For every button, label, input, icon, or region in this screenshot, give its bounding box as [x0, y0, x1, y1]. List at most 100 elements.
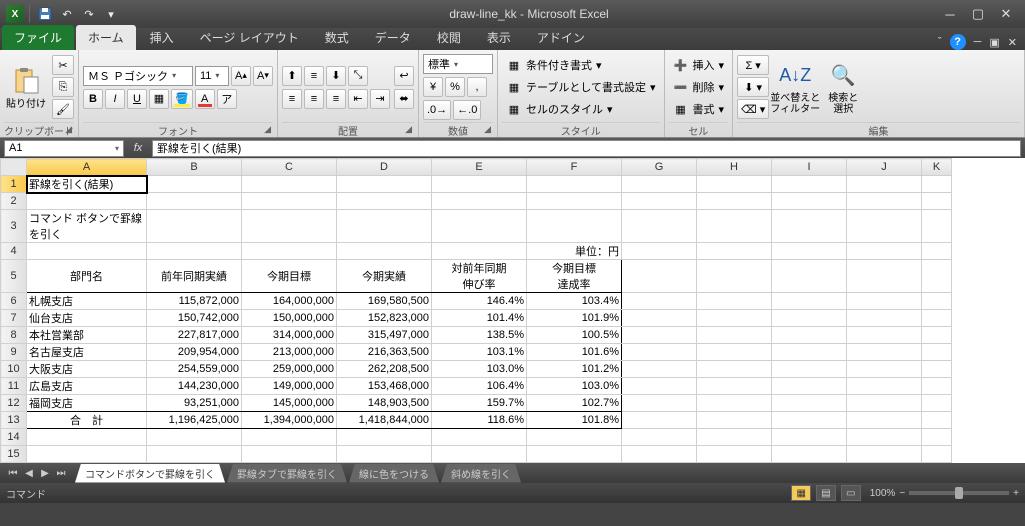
cell-J5[interactable] [847, 260, 922, 293]
close-button[interactable]: ✕ [997, 5, 1015, 23]
cell-E7[interactable]: 101.4% [432, 310, 527, 327]
format-cells-button[interactable]: ▦書式 ▾ [669, 99, 729, 119]
cell-K6[interactable] [922, 293, 952, 310]
cell-C3[interactable] [242, 210, 337, 243]
cell-E4[interactable] [432, 243, 527, 260]
cell-A13[interactable]: 合 計 [27, 412, 147, 429]
cell-G5[interactable] [622, 260, 697, 293]
cell-J14[interactable] [847, 429, 922, 446]
phonetic-button[interactable]: ア [217, 89, 237, 109]
comma-button[interactable]: , [467, 77, 487, 97]
col-header-G[interactable]: G [622, 159, 697, 176]
cell-F7[interactable]: 101.9% [527, 310, 622, 327]
cell-C9[interactable]: 213,000,000 [242, 344, 337, 361]
row-header-15[interactable]: 15 [1, 446, 27, 463]
cell-K12[interactable] [922, 395, 952, 412]
clear-button[interactable]: ⌫ ▾ [737, 99, 769, 119]
decrease-decimal-button[interactable]: ←.0 [453, 100, 481, 120]
cell-C5[interactable]: 今期目標 [242, 260, 337, 293]
cell-I8[interactable] [772, 327, 847, 344]
view-pagebreak-button[interactable]: ▭ [841, 485, 861, 501]
cell-H8[interactable] [697, 327, 772, 344]
cell-B1[interactable] [147, 176, 242, 193]
cell-B11[interactable]: 144,230,000 [147, 378, 242, 395]
cell-J13[interactable] [847, 412, 922, 429]
cell-C15[interactable] [242, 446, 337, 463]
cell-K2[interactable] [922, 193, 952, 210]
cell-J1[interactable] [847, 176, 922, 193]
cell-G12[interactable] [622, 395, 697, 412]
tab-data[interactable]: データ [363, 25, 423, 50]
cell-B13[interactable]: 1,196,425,000 [147, 412, 242, 429]
cell-D9[interactable]: 216,363,500 [337, 344, 432, 361]
col-header-D[interactable]: D [337, 159, 432, 176]
cell-B10[interactable]: 254,559,000 [147, 361, 242, 378]
increase-decimal-button[interactable]: .0→ [423, 100, 451, 120]
cell-F12[interactable]: 102.7% [527, 395, 622, 412]
cell-I13[interactable] [772, 412, 847, 429]
cell-B6[interactable]: 115,872,000 [147, 293, 242, 310]
cell-F6[interactable]: 103.4% [527, 293, 622, 310]
cell-I14[interactable] [772, 429, 847, 446]
font-color-button[interactable]: A [195, 89, 215, 109]
zoom-level[interactable]: 100% [870, 488, 896, 499]
cell-C8[interactable]: 314,000,000 [242, 327, 337, 344]
cell-G15[interactable] [622, 446, 697, 463]
cell-E5[interactable]: 対前年同期伸び率 [432, 260, 527, 293]
cell-F5[interactable]: 今期目標達成率 [527, 260, 622, 293]
cell-D5[interactable]: 今期実績 [337, 260, 432, 293]
fill-button[interactable]: ⬇ ▾ [737, 77, 769, 97]
cell-H9[interactable] [697, 344, 772, 361]
cell-J8[interactable] [847, 327, 922, 344]
italic-button[interactable]: I [105, 89, 125, 109]
cell-G9[interactable] [622, 344, 697, 361]
cell-A14[interactable] [27, 429, 147, 446]
merge-button[interactable]: ⬌ [394, 89, 414, 109]
cell-B7[interactable]: 150,742,000 [147, 310, 242, 327]
cell-F9[interactable]: 101.6% [527, 344, 622, 361]
row-header-8[interactable]: 8 [1, 327, 27, 344]
cell-J7[interactable] [847, 310, 922, 327]
cell-D3[interactable] [337, 210, 432, 243]
cell-B14[interactable] [147, 429, 242, 446]
zoom-out-button[interactable]: − [899, 488, 905, 499]
cell-B15[interactable] [147, 446, 242, 463]
cell-I4[interactable] [772, 243, 847, 260]
font-launcher[interactable]: ◢ [264, 124, 271, 135]
help-icon[interactable]: ? [950, 34, 966, 50]
sheet-tab-2[interactable]: 罫線タブで罫線を引く [227, 464, 347, 483]
cell-E12[interactable]: 159.7% [432, 395, 527, 412]
cell-E8[interactable]: 138.5% [432, 327, 527, 344]
cell-F11[interactable]: 103.0% [527, 378, 622, 395]
cell-F10[interactable]: 101.2% [527, 361, 622, 378]
copy-button[interactable]: ⎘ [52, 77, 74, 97]
cell-J4[interactable] [847, 243, 922, 260]
cell-J6[interactable] [847, 293, 922, 310]
insert-cells-button[interactable]: ➕挿入 ▾ [669, 55, 729, 75]
cell-G4[interactable] [622, 243, 697, 260]
fx-icon[interactable]: fx [126, 142, 150, 154]
col-header-F[interactable]: F [527, 159, 622, 176]
cell-F4[interactable]: 単位：円 [527, 243, 622, 260]
worksheet-grid[interactable]: ABCDEFGHIJK1罫線を引く(結果)23コマンド ボタンで罫線を引く4単位… [0, 158, 1025, 463]
cell-H10[interactable] [697, 361, 772, 378]
cell-A7[interactable]: 仙台支店 [27, 310, 147, 327]
tab-review[interactable]: 校閲 [425, 25, 473, 50]
cell-E9[interactable]: 103.1% [432, 344, 527, 361]
cell-I10[interactable] [772, 361, 847, 378]
cell-A9[interactable]: 名古屋支店 [27, 344, 147, 361]
orientation-button[interactable]: ⤡ [348, 66, 368, 86]
tab-file[interactable]: ファイル [2, 25, 74, 50]
row-header-1[interactable]: 1 [1, 176, 27, 193]
sheet-first-button[interactable]: ⏮ [6, 468, 20, 479]
font-size-dropdown[interactable]: 11 [195, 66, 229, 86]
maximize-button[interactable]: ▢ [969, 5, 987, 23]
cell-C12[interactable]: 145,000,000 [242, 395, 337, 412]
excel-icon[interactable]: X [6, 5, 24, 23]
cell-C1[interactable] [242, 176, 337, 193]
align-launcher[interactable]: ◢ [405, 124, 412, 135]
bold-button[interactable]: B [83, 89, 103, 109]
cell-J2[interactable] [847, 193, 922, 210]
cell-H5[interactable] [697, 260, 772, 293]
row-header-11[interactable]: 11 [1, 378, 27, 395]
